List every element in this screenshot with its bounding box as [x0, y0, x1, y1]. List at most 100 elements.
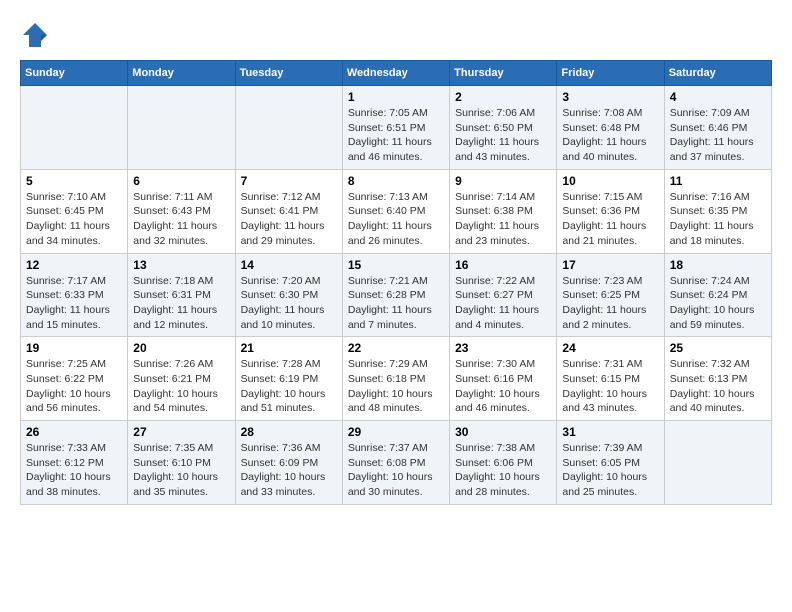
- calendar-week-row: 1 Sunrise: 7:05 AMSunset: 6:51 PMDaylight…: [21, 86, 772, 170]
- calendar-day-cell: 30 Sunrise: 7:38 AMSunset: 6:06 PMDayligh…: [450, 421, 557, 505]
- day-number: 13: [133, 258, 229, 272]
- day-info: Sunrise: 7:30 AMSunset: 6:16 PMDaylight:…: [455, 357, 551, 416]
- day-number: 6: [133, 174, 229, 188]
- day-number: 5: [26, 174, 122, 188]
- day-info: Sunrise: 7:39 AMSunset: 6:05 PMDaylight:…: [562, 441, 658, 500]
- day-number: 3: [562, 90, 658, 104]
- day-number: 16: [455, 258, 551, 272]
- day-info: Sunrise: 7:15 AMSunset: 6:36 PMDaylight:…: [562, 190, 658, 249]
- calendar-day-cell: 11 Sunrise: 7:16 AMSunset: 6:35 PMDayligh…: [664, 169, 771, 253]
- day-info: Sunrise: 7:23 AMSunset: 6:25 PMDaylight:…: [562, 274, 658, 333]
- day-info: Sunrise: 7:35 AMSunset: 6:10 PMDaylight:…: [133, 441, 229, 500]
- calendar-day-cell: 14 Sunrise: 7:20 AMSunset: 6:30 PMDayligh…: [235, 253, 342, 337]
- day-number: 18: [670, 258, 766, 272]
- calendar-day-cell: 17Sunrise: 7:23 AMSunset: 6:25 PMDayligh…: [557, 253, 664, 337]
- calendar-day-cell: 20Sunrise: 7:26 AMSunset: 6:21 PMDayligh…: [128, 337, 235, 421]
- day-number: 19: [26, 341, 122, 355]
- day-number: 29: [348, 425, 444, 439]
- day-number: 9: [455, 174, 551, 188]
- day-number: 23: [455, 341, 551, 355]
- header-monday: Monday: [128, 61, 235, 86]
- day-info: Sunrise: 7:16 AMSunset: 6:35 PMDaylight:…: [670, 190, 766, 249]
- day-info: Sunrise: 7:37 AMSunset: 6:08 PMDaylight:…: [348, 441, 444, 500]
- calendar-week-row: 19 Sunrise: 7:25 AMSunset: 6:22 PMDayligh…: [21, 337, 772, 421]
- header-tuesday: Tuesday: [235, 61, 342, 86]
- calendar-day-cell: 2Sunrise: 7:06 AMSunset: 6:50 PMDaylight…: [450, 86, 557, 170]
- calendar-day-cell: 31 Sunrise: 7:39 AMSunset: 6:05 PMDayligh…: [557, 421, 664, 505]
- day-info: Sunrise: 7:38 AMSunset: 6:06 PMDaylight:…: [455, 441, 551, 500]
- calendar-day-cell: 29 Sunrise: 7:37 AMSunset: 6:08 PMDayligh…: [342, 421, 449, 505]
- day-number: 10: [562, 174, 658, 188]
- day-number: 21: [241, 341, 337, 355]
- day-number: 27: [133, 425, 229, 439]
- day-info: Sunrise: 7:29 AMSunset: 6:18 PMDaylight:…: [348, 357, 444, 416]
- header-saturday: Saturday: [664, 61, 771, 86]
- calendar-day-cell: 7Sunrise: 7:12 AMSunset: 6:41 PMDaylight…: [235, 169, 342, 253]
- day-info: Sunrise: 7:25 AMSunset: 6:22 PMDaylight:…: [26, 357, 122, 416]
- calendar-day-cell: [128, 86, 235, 170]
- calendar-day-cell: 21 Sunrise: 7:28 AMSunset: 6:19 PMDayligh…: [235, 337, 342, 421]
- day-number: 28: [241, 425, 337, 439]
- calendar-day-cell: 12 Sunrise: 7:17 AMSunset: 6:33 PMDayligh…: [21, 253, 128, 337]
- day-info: Sunrise: 7:12 AMSunset: 6:41 PMDaylight:…: [241, 190, 337, 249]
- day-info: Sunrise: 7:13 AMSunset: 6:40 PMDaylight:…: [348, 190, 444, 249]
- day-info: Sunrise: 7:36 AMSunset: 6:09 PMDaylight:…: [241, 441, 337, 500]
- day-number: 11: [670, 174, 766, 188]
- calendar-day-cell: 18 Sunrise: 7:24 AMSunset: 6:24 PMDayligh…: [664, 253, 771, 337]
- day-number: 30: [455, 425, 551, 439]
- calendar-day-cell: 4 Sunrise: 7:09 AMSunset: 6:46 PMDaylight…: [664, 86, 771, 170]
- calendar-day-cell: [21, 86, 128, 170]
- day-info: Sunrise: 7:21 AMSunset: 6:28 PMDaylight:…: [348, 274, 444, 333]
- day-info: Sunrise: 7:18 AMSunset: 6:31 PMDaylight:…: [133, 274, 229, 333]
- day-number: 12: [26, 258, 122, 272]
- day-number: 4: [670, 90, 766, 104]
- calendar-day-cell: 5Sunrise: 7:10 AMSunset: 6:45 PMDaylight…: [21, 169, 128, 253]
- calendar-day-cell: 13 Sunrise: 7:18 AMSunset: 6:31 PMDayligh…: [128, 253, 235, 337]
- day-info: Sunrise: 7:24 AMSunset: 6:24 PMDaylight:…: [670, 274, 766, 333]
- calendar-day-cell: 16 Sunrise: 7:22 AMSunset: 6:27 PMDayligh…: [450, 253, 557, 337]
- calendar-day-cell: [664, 421, 771, 505]
- calendar-day-cell: 1 Sunrise: 7:05 AMSunset: 6:51 PMDaylight…: [342, 86, 449, 170]
- logo-icon: [20, 20, 50, 50]
- day-number: 14: [241, 258, 337, 272]
- day-info: Sunrise: 7:32 AMSunset: 6:13 PMDaylight:…: [670, 357, 766, 416]
- calendar-table: SundayMondayTuesdayWednesdayThursdayFrid…: [20, 60, 772, 505]
- day-info: Sunrise: 7:05 AMSunset: 6:51 PMDaylight:…: [348, 106, 444, 165]
- calendar-day-cell: 26 Sunrise: 7:33 AMSunset: 6:12 PMDayligh…: [21, 421, 128, 505]
- day-number: 26: [26, 425, 122, 439]
- day-number: 22: [348, 341, 444, 355]
- day-number: 31: [562, 425, 658, 439]
- day-info: Sunrise: 7:17 AMSunset: 6:33 PMDaylight:…: [26, 274, 122, 333]
- day-info: Sunrise: 7:28 AMSunset: 6:19 PMDaylight:…: [241, 357, 337, 416]
- day-info: Sunrise: 7:20 AMSunset: 6:30 PMDaylight:…: [241, 274, 337, 333]
- day-number: 25: [670, 341, 766, 355]
- calendar-day-cell: 27 Sunrise: 7:35 AMSunset: 6:10 PMDayligh…: [128, 421, 235, 505]
- calendar-day-cell: [235, 86, 342, 170]
- page-header: [20, 20, 772, 50]
- day-info: Sunrise: 7:33 AMSunset: 6:12 PMDaylight:…: [26, 441, 122, 500]
- day-number: 1: [348, 90, 444, 104]
- header-friday: Friday: [557, 61, 664, 86]
- day-number: 15: [348, 258, 444, 272]
- day-number: 2: [455, 90, 551, 104]
- day-info: Sunrise: 7:14 AMSunset: 6:38 PMDaylight:…: [455, 190, 551, 249]
- calendar-day-cell: 22 Sunrise: 7:29 AMSunset: 6:18 PMDayligh…: [342, 337, 449, 421]
- calendar-day-cell: 3 Sunrise: 7:08 AMSunset: 6:48 PMDaylight…: [557, 86, 664, 170]
- day-number: 8: [348, 174, 444, 188]
- day-info: Sunrise: 7:26 AMSunset: 6:21 PMDaylight:…: [133, 357, 229, 416]
- calendar-day-cell: 8 Sunrise: 7:13 AMSunset: 6:40 PMDaylight…: [342, 169, 449, 253]
- calendar-day-cell: 28 Sunrise: 7:36 AMSunset: 6:09 PMDayligh…: [235, 421, 342, 505]
- calendar-day-cell: 24Sunrise: 7:31 AMSunset: 6:15 PMDayligh…: [557, 337, 664, 421]
- day-info: Sunrise: 7:22 AMSunset: 6:27 PMDaylight:…: [455, 274, 551, 333]
- header-sunday: Sunday: [21, 61, 128, 86]
- day-info: Sunrise: 7:08 AMSunset: 6:48 PMDaylight:…: [562, 106, 658, 165]
- calendar-day-cell: 25 Sunrise: 7:32 AMSunset: 6:13 PMDayligh…: [664, 337, 771, 421]
- header-wednesday: Wednesday: [342, 61, 449, 86]
- calendar-day-cell: 19 Sunrise: 7:25 AMSunset: 6:22 PMDayligh…: [21, 337, 128, 421]
- calendar-week-row: 5Sunrise: 7:10 AMSunset: 6:45 PMDaylight…: [21, 169, 772, 253]
- calendar-day-cell: 10 Sunrise: 7:15 AMSunset: 6:36 PMDayligh…: [557, 169, 664, 253]
- logo: [20, 20, 54, 50]
- calendar-week-row: 12 Sunrise: 7:17 AMSunset: 6:33 PMDayligh…: [21, 253, 772, 337]
- day-info: Sunrise: 7:09 AMSunset: 6:46 PMDaylight:…: [670, 106, 766, 165]
- calendar-day-cell: 9 Sunrise: 7:14 AMSunset: 6:38 PMDaylight…: [450, 169, 557, 253]
